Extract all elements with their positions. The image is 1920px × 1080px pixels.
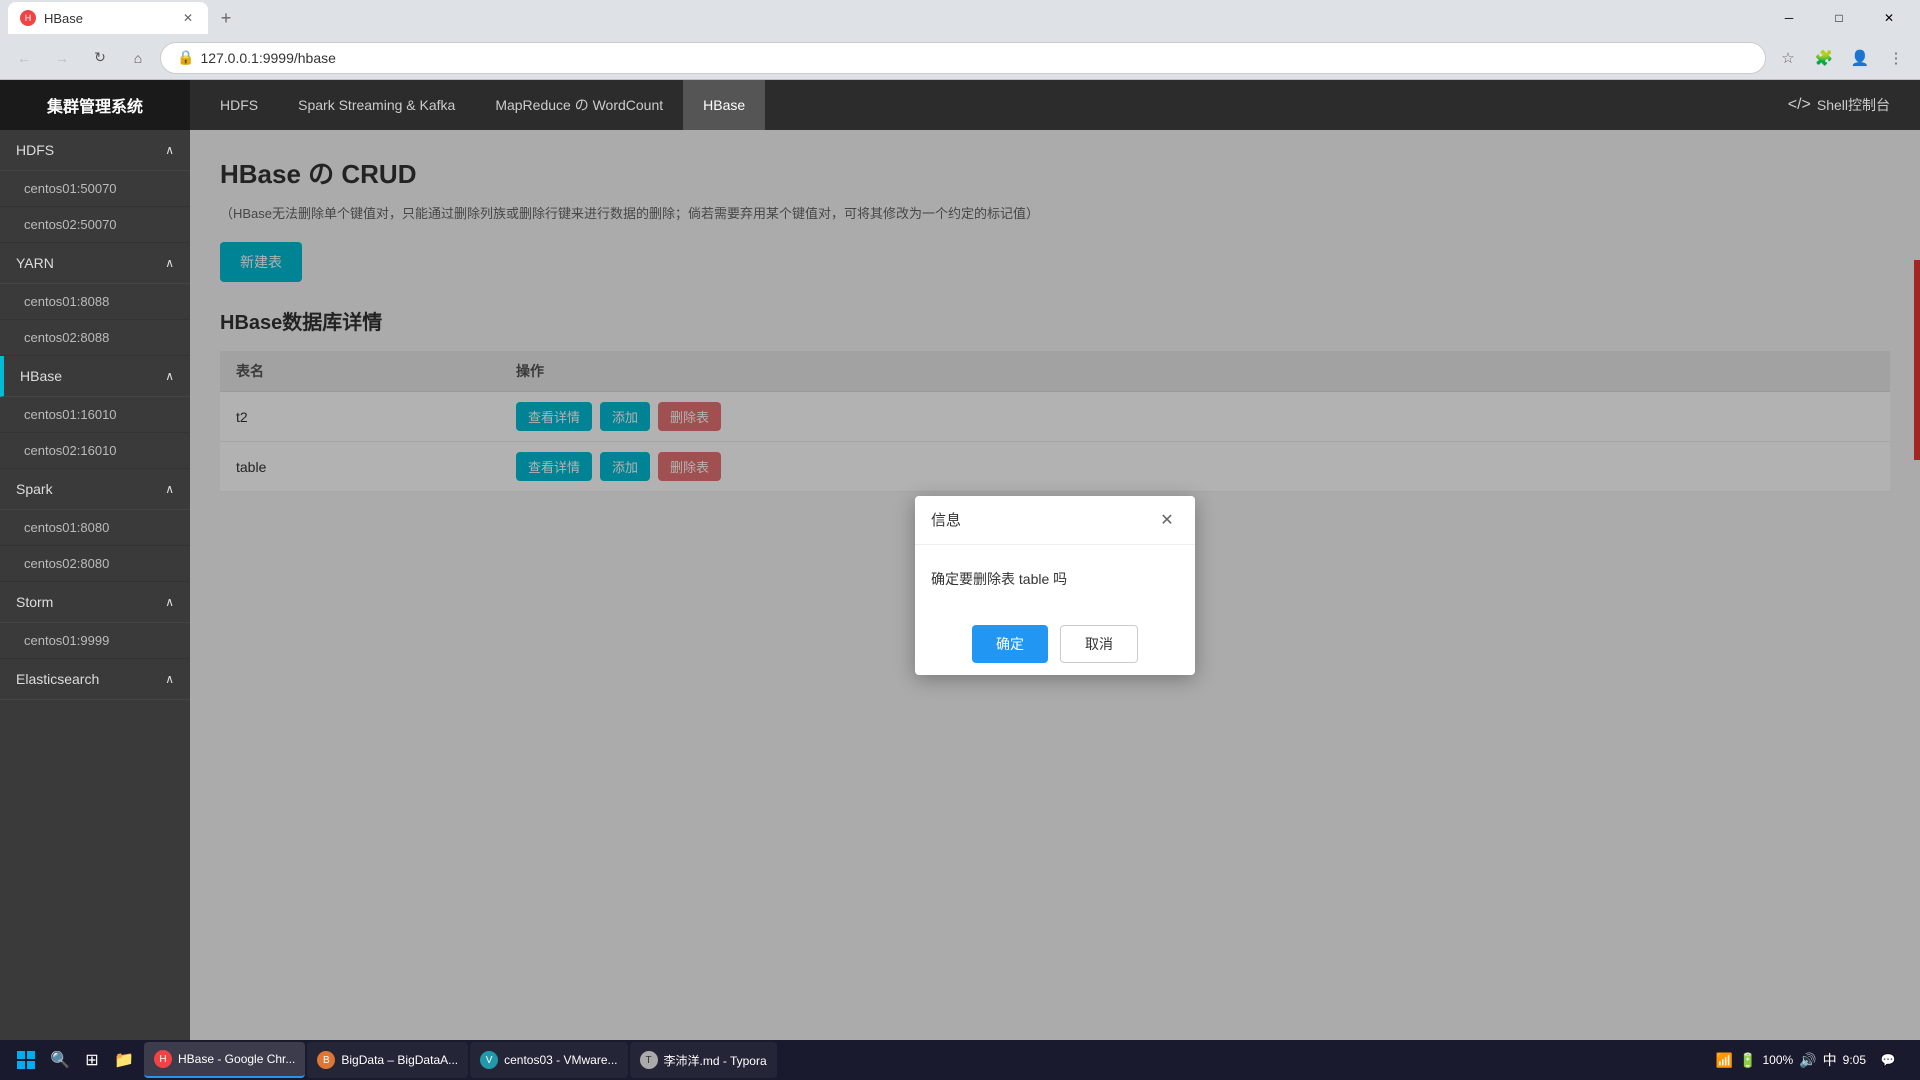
- start-button[interactable]: [8, 1042, 44, 1078]
- tab-title: HBase: [44, 11, 83, 26]
- chrome-icon: H: [154, 1050, 172, 1068]
- browser-chrome: H HBase ✕ + ─ □ ✕: [0, 0, 1920, 36]
- sidebar-section-hbase: HBase ∧ centos01:16010 centos02:16010: [0, 356, 190, 469]
- taskbar-app-vmware-label: centos03 - VMware...: [504, 1053, 617, 1067]
- modal-message: 确定要删除表 table 吗: [931, 571, 1067, 587]
- wifi-tray-icon[interactable]: 📶: [1716, 1052, 1733, 1069]
- sidebar-section-storm: Storm ∧ centos01:9999: [0, 582, 190, 659]
- taskbar-app-chrome-label: HBase - Google Chr...: [178, 1052, 295, 1066]
- taskbar-app-bigdata-label: BigData – BigDataA...: [341, 1053, 458, 1067]
- sidebar-section-storm-header[interactable]: Storm ∧: [0, 582, 190, 623]
- extensions-icon[interactable]: 🧩: [1808, 42, 1840, 74]
- modal-footer: 确定 取消: [915, 613, 1195, 675]
- sidebar-item-centos01-9999[interactable]: centos01:9999: [0, 623, 190, 659]
- battery-tray-icon[interactable]: 🔋: [1739, 1052, 1756, 1069]
- search-taskbar-icon[interactable]: 🔍: [44, 1044, 76, 1076]
- taskbar-app-bigdata[interactable]: B BigData – BigDataA...: [307, 1042, 468, 1078]
- language-tray-icon[interactable]: 中: [1823, 1050, 1837, 1070]
- sidebar-section-elasticsearch-header[interactable]: Elasticsearch ∧: [0, 659, 190, 700]
- modal-header: 信息 ✕: [915, 496, 1195, 545]
- modal-confirm-button[interactable]: 确定: [972, 625, 1048, 663]
- menu-icon[interactable]: ⋮: [1880, 42, 1912, 74]
- sidebar-item-centos02-16010[interactable]: centos02:16010: [0, 433, 190, 469]
- taskbar-time: 9:05: [1843, 1053, 1866, 1067]
- sidebar-section-elasticsearch: Elasticsearch ∧: [0, 659, 190, 700]
- maximize-button[interactable]: □: [1816, 0, 1862, 36]
- battery-percentage: 100%: [1763, 1053, 1794, 1067]
- sidebar-section-spark: Spark ∧ centos01:8080 centos02:8080: [0, 469, 190, 582]
- bookmark-icon[interactable]: ☆: [1772, 42, 1804, 74]
- forward-button[interactable]: →: [46, 42, 78, 74]
- header-nav: HDFS Spark Streaming & Kafka MapReduce の…: [190, 80, 1920, 130]
- sidebar-section-spark-header[interactable]: Spark ∧: [0, 469, 190, 510]
- taskbar-tray: 📶 🔋 100% 🔊 中 9:05 💬: [1716, 1042, 1912, 1078]
- sidebar-section-yarn-header[interactable]: YARN ∧: [0, 243, 190, 284]
- refresh-button[interactable]: ↻: [84, 42, 116, 74]
- modal-dialog: 信息 ✕ 确定要删除表 table 吗 确定 取消: [915, 496, 1195, 675]
- notification-icon[interactable]: 💬: [1872, 1042, 1904, 1078]
- vmware-icon: V: [480, 1051, 498, 1069]
- typora-icon: T: [640, 1051, 658, 1069]
- sidebar-item-centos01-8088[interactable]: centos01:8088: [0, 284, 190, 320]
- sidebar-section-hdfs-header[interactable]: HDFS ∧: [0, 130, 190, 171]
- nav-mapreduce[interactable]: MapReduce の WordCount: [475, 80, 683, 130]
- app-header: 集群管理系统 HDFS Spark Streaming & Kafka MapR…: [0, 80, 1920, 130]
- sidebar-section-yarn: YARN ∧ centos01:8088 centos02:8088: [0, 243, 190, 356]
- tab-favicon: H: [20, 10, 36, 26]
- main-content: HBase の CRUD （HBase无法删除单个键值对，只能通过删除列族或删除…: [190, 130, 1920, 1040]
- address-icons: ☆ 🧩 👤 ⋮: [1772, 42, 1912, 74]
- nav-hdfs[interactable]: HDFS: [200, 80, 278, 130]
- sidebar-item-centos02-8088[interactable]: centos02:8088: [0, 320, 190, 356]
- chevron-up-icon: ∧: [165, 482, 174, 496]
- modal-overlay: 信息 ✕ 确定要删除表 table 吗 确定 取消: [190, 130, 1920, 1040]
- window-controls: ─ □ ✕: [1766, 0, 1912, 36]
- modal-body: 确定要删除表 table 吗: [915, 545, 1195, 613]
- taskbar-app-typora[interactable]: T 李沛洋.md - Typora: [630, 1042, 777, 1078]
- bigdata-icon: B: [317, 1051, 335, 1069]
- sidebar-section-hdfs: HDFS ∧ centos01:50070 centos02:50070: [0, 130, 190, 243]
- new-tab-button[interactable]: +: [212, 4, 240, 32]
- volume-tray-icon[interactable]: 🔊: [1799, 1052, 1816, 1069]
- sidebar-item-centos02-50070[interactable]: centos02:50070: [0, 207, 190, 243]
- chevron-up-icon: ∧: [165, 256, 174, 270]
- sidebar-item-centos02-8080[interactable]: centos02:8080: [0, 546, 190, 582]
- chevron-up-icon: ∧: [165, 369, 174, 383]
- taskbar-app-chrome[interactable]: H HBase - Google Chr...: [144, 1042, 305, 1078]
- taskbar-app-vmware[interactable]: V centos03 - VMware...: [470, 1042, 627, 1078]
- app-brand: 集群管理系统: [0, 80, 190, 130]
- sidebar-item-centos01-8080[interactable]: centos01:8080: [0, 510, 190, 546]
- nav-spark-kafka[interactable]: Spark Streaming & Kafka: [278, 80, 475, 130]
- back-button[interactable]: ←: [8, 42, 40, 74]
- sidebar: HDFS ∧ centos01:50070 centos02:50070 YAR…: [0, 130, 190, 1040]
- chevron-up-icon: ∧: [165, 672, 174, 686]
- taskbar-apps: H HBase - Google Chr... B BigData – BigD…: [144, 1042, 777, 1078]
- sidebar-section-hbase-header[interactable]: HBase ∧: [0, 356, 190, 397]
- sidebar-item-centos01-16010[interactable]: centos01:16010: [0, 397, 190, 433]
- taskbar-app-typora-label: 李沛洋.md - Typora: [664, 1052, 767, 1069]
- profile-icon[interactable]: 👤: [1844, 42, 1876, 74]
- browser-tab[interactable]: H HBase ✕: [8, 2, 208, 34]
- modal-cancel-button[interactable]: 取消: [1060, 625, 1138, 663]
- modal-close-button[interactable]: ✕: [1155, 508, 1179, 532]
- home-button[interactable]: ⌂: [122, 42, 154, 74]
- tab-close-btn[interactable]: ✕: [180, 10, 196, 26]
- address-text: 127.0.0.1:9999/hbase: [200, 50, 335, 66]
- close-button[interactable]: ✕: [1866, 0, 1912, 36]
- chevron-up-icon: ∧: [165, 143, 174, 157]
- minimize-button[interactable]: ─: [1766, 0, 1812, 36]
- shell-control[interactable]: </> Shell控制台: [1768, 80, 1910, 130]
- task-view-icon[interactable]: ⊞: [76, 1044, 108, 1076]
- app-body: HDFS ∧ centos01:50070 centos02:50070 YAR…: [0, 130, 1920, 1040]
- address-input[interactable]: 🔒 127.0.0.1:9999/hbase: [160, 42, 1766, 74]
- address-bar: ← → ↻ ⌂ 🔒 127.0.0.1:9999/hbase ☆ 🧩 👤 ⋮: [0, 36, 1920, 80]
- nav-hbase[interactable]: HBase: [683, 80, 765, 130]
- chevron-up-icon: ∧: [165, 595, 174, 609]
- modal-title: 信息: [931, 509, 961, 530]
- taskbar: 🔍 ⊞ 📁 H HBase - Google Chr... B BigData …: [0, 1040, 1920, 1080]
- file-explorer-icon[interactable]: 📁: [108, 1044, 140, 1076]
- sidebar-item-centos01-50070[interactable]: centos01:50070: [0, 171, 190, 207]
